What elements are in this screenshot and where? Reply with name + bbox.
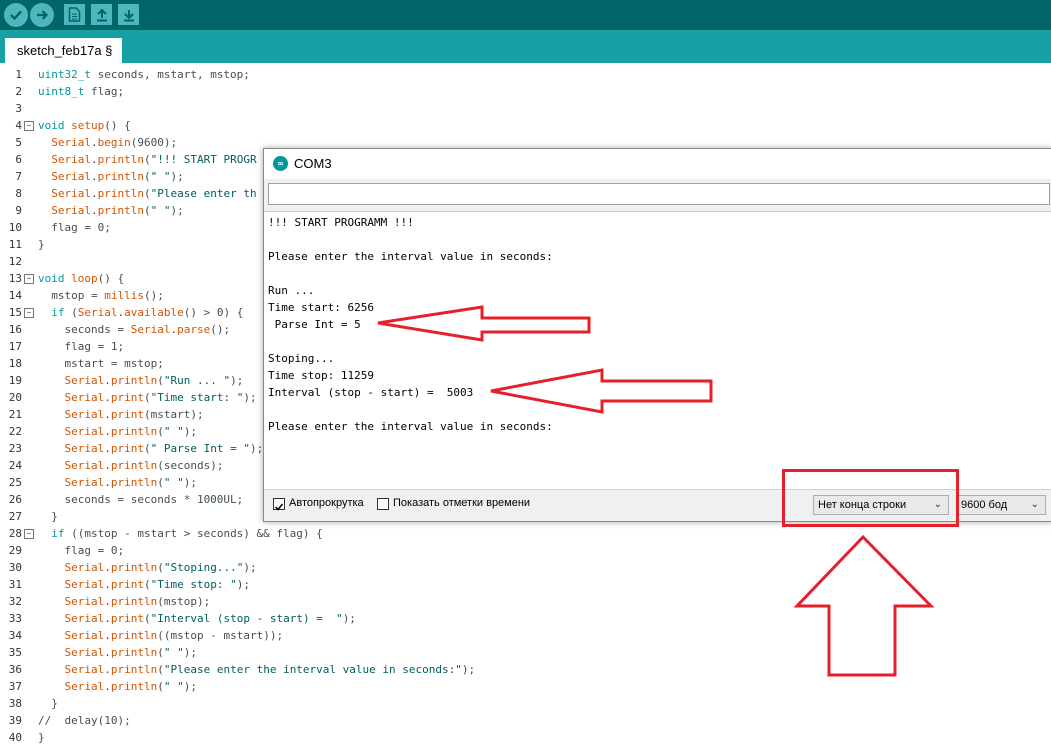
annotation-overlay [377, 305, 935, 677]
annotation-arrow-up [793, 534, 935, 677]
annotation-arrow-interval [490, 368, 713, 414]
annotation-arrow-parse-int [377, 305, 591, 342]
